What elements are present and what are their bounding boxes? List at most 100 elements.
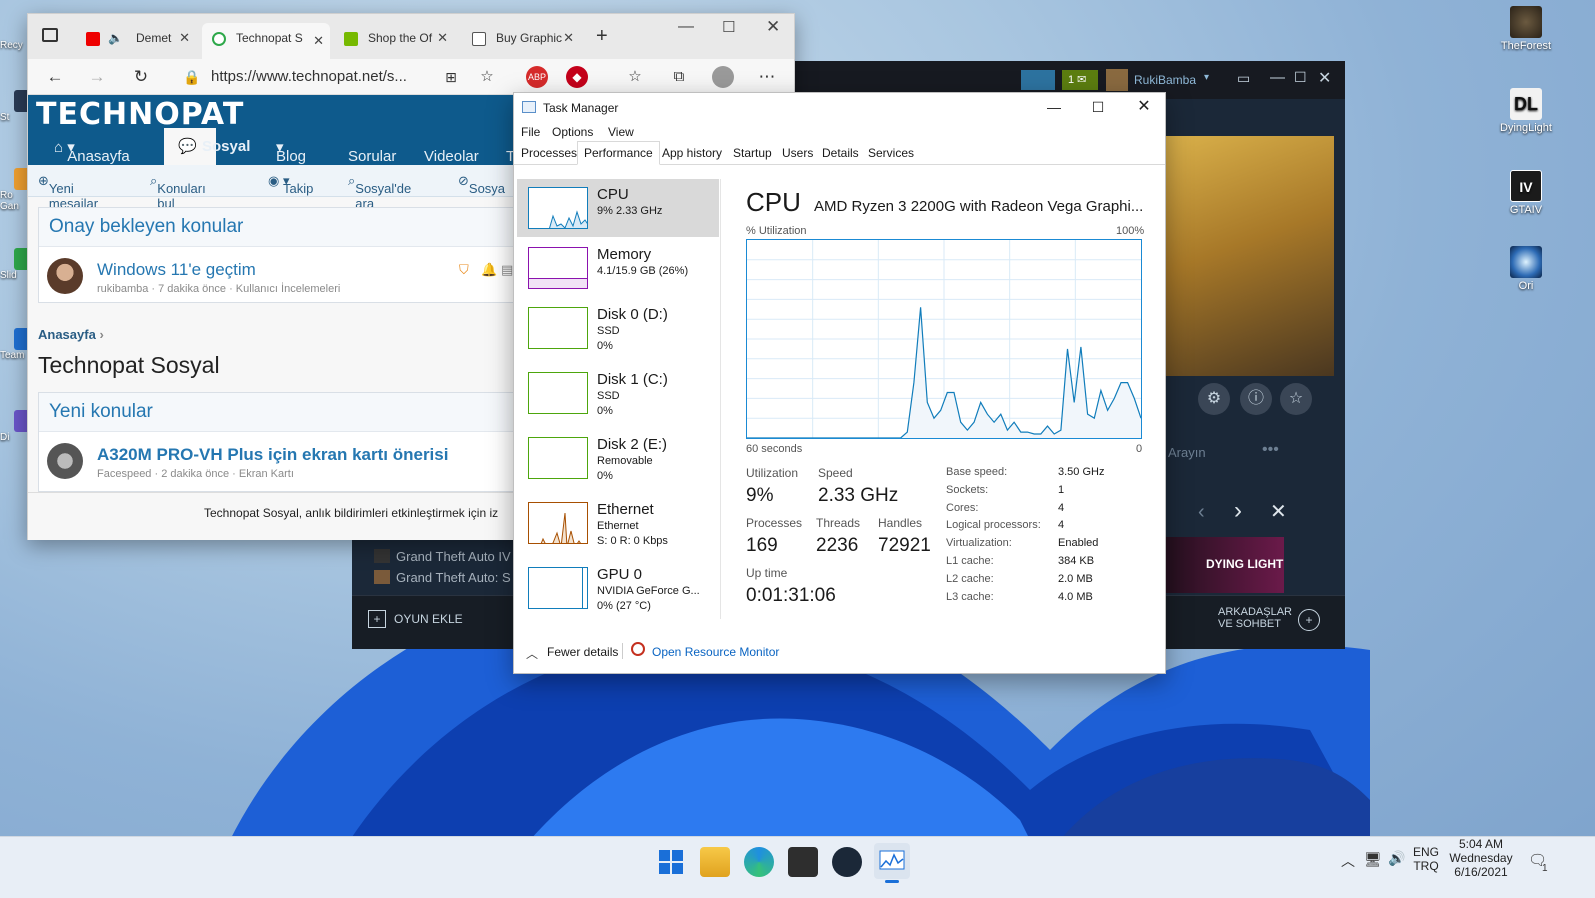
resource-disk1[interactable]: Disk 1 (C:) SSD 0%: [517, 364, 719, 422]
store-icon[interactable]: [788, 847, 818, 877]
list-item[interactable]: Grand Theft Auto IV: [374, 549, 511, 564]
add-favorite-icon[interactable]: ☆: [474, 64, 500, 90]
windows-start-icon[interactable]: [656, 847, 686, 877]
desktop-icon-slid[interactable]: Slid: [0, 248, 36, 281]
desktop-icon-recycle[interactable]: Recy: [0, 40, 30, 51]
subnav-follow[interactable]: ◉ Takip ▾: [268, 173, 313, 196]
desktop-icon-di[interactable]: Di: [0, 410, 36, 443]
thread-title[interactable]: A320M PRO-VH Plus için ekran kartı öneri…: [97, 445, 448, 465]
open-resource-monitor-link[interactable]: Open Resource Monitor: [652, 645, 779, 659]
add-friend-icon[interactable]: +: [1298, 609, 1320, 631]
favorites-icon[interactable]: ☆: [622, 64, 648, 90]
desktop-icon-theforest[interactable]: TheForest: [1494, 6, 1558, 52]
resource-disk2[interactable]: Disk 2 (E:) Removable 0%: [517, 429, 719, 487]
site-logo[interactable]: TECHNOPAT: [36, 97, 244, 132]
bell-icon[interactable]: 🔔: [481, 262, 497, 278]
friends-chat-button[interactable]: ARKADAŞLAR VE SOHBET: [1218, 606, 1298, 630]
close-icon[interactable]: ✕: [563, 25, 574, 51]
chevron-left-icon[interactable]: ‹: [1198, 501, 1205, 524]
maximize-button[interactable]: ☐: [1294, 69, 1307, 86]
speaker-icon[interactable]: 🔈: [108, 25, 123, 51]
star-icon[interactable]: ☆: [1280, 383, 1312, 415]
minimize-button[interactable]: —: [1270, 69, 1285, 86]
tab-app-history[interactable]: App history: [662, 146, 722, 160]
minimize-button[interactable]: —: [1036, 96, 1072, 118]
steam-search-input[interactable]: Arayın: [1168, 445, 1206, 460]
menu-view[interactable]: View: [608, 125, 634, 139]
close-button[interactable]: ✕: [1126, 96, 1162, 118]
close-icon[interactable]: ✕: [313, 26, 324, 56]
more-icon[interactable]: •••: [1262, 441, 1279, 459]
avatar[interactable]: [47, 443, 83, 479]
maximize-button[interactable]: ☐: [1080, 96, 1116, 118]
list-item[interactable]: Grand Theft Auto: S: [374, 570, 511, 585]
forward-button[interactable]: →: [84, 64, 110, 90]
clock[interactable]: 5:04 AM Wednesday 6/16/2021: [1446, 837, 1516, 879]
resource-ethernet[interactable]: Ethernet Ethernet S: 0 R: 0 Kbps: [517, 494, 719, 552]
desktop-icon-dyinglight[interactable]: DL DyingLight: [1494, 88, 1558, 134]
breadcrumb[interactable]: Anasayfa ›: [38, 327, 104, 342]
tab-startup[interactable]: Startup: [733, 146, 772, 160]
tab-youtube[interactable]: 🔈 Demet ✕: [76, 25, 196, 51]
resource-memory[interactable]: Memory 4.1/15.9 GB (26%): [517, 239, 719, 297]
nav-home[interactable]: ⌂ Anasayfa ▾: [54, 138, 130, 165]
broadcast-icon[interactable]: [1021, 70, 1055, 90]
minimize-button[interactable]: —: [678, 18, 694, 36]
close-button[interactable]: ✕: [1318, 68, 1331, 88]
close-icon[interactable]: ✕: [179, 25, 190, 51]
add-game-button[interactable]: + OYUN EKLE: [368, 610, 463, 628]
chevron-up-icon[interactable]: ︿: [526, 645, 538, 662]
tab-users[interactable]: Users: [782, 146, 813, 160]
desktop-icon-ro[interactable]: Ro Gan: [0, 168, 36, 212]
language-indicator[interactable]: ENG TRQ: [1412, 845, 1440, 873]
featured-game-tile[interactable]: DYING LIGHT: [1166, 537, 1284, 593]
network-icon[interactable]: 🖥: [1364, 851, 1382, 868]
fewer-details-button[interactable]: Fewer details: [547, 645, 618, 659]
close-icon[interactable]: ✕: [1270, 499, 1287, 524]
close-button[interactable]: ✕: [766, 17, 780, 37]
desktop-icon-ori[interactable]: Ori: [1494, 246, 1558, 292]
collections-icon[interactable]: ⧉: [666, 64, 692, 90]
steam-icon[interactable]: [832, 847, 862, 877]
url-field[interactable]: 🔒 https://www.technopat.net/s...: [171, 63, 471, 91]
resource-disk0[interactable]: Disk 0 (D:) SSD 0%: [517, 299, 719, 357]
chevron-up-icon[interactable]: ︿: [1341, 851, 1355, 871]
subnav-search[interactable]: ⌕ Sosyal'de ara: [348, 173, 411, 211]
chevron-down-icon[interactable]: ▾: [1204, 72, 1209, 83]
tab-nvidia[interactable]: Shop the Of ✕: [334, 25, 454, 51]
notification-badge[interactable]: 1 ✉: [1062, 70, 1098, 90]
thread-title[interactable]: Windows 11'e geçtim: [97, 260, 256, 280]
reading-view-icon[interactable]: ⊞: [438, 64, 464, 90]
tab-buy-graphics[interactable]: Buy Graphic ✕: [462, 25, 580, 51]
more-icon[interactable]: ⋯: [754, 64, 780, 90]
tab-details[interactable]: Details: [822, 146, 859, 160]
tab-performance[interactable]: Performance: [577, 141, 660, 165]
nav-blog[interactable]: Blog ▾: [276, 138, 306, 165]
desktop-icon-team[interactable]: Team: [0, 328, 36, 361]
file-explorer-icon[interactable]: [700, 847, 730, 877]
refresh-button[interactable]: ↻: [128, 64, 154, 90]
volume-icon[interactable]: 🔊: [1388, 850, 1405, 867]
tab-actions-icon[interactable]: [42, 28, 58, 42]
profile-icon[interactable]: [712, 66, 734, 88]
close-icon[interactable]: ✕: [437, 25, 448, 51]
task-manager-icon[interactable]: [874, 843, 910, 883]
maximize-button[interactable]: ☐: [722, 18, 735, 36]
info-icon[interactable]: ⓘ: [1240, 383, 1272, 415]
resource-cpu[interactable]: CPU 9% 2.33 GHz: [517, 179, 719, 237]
edge-icon[interactable]: [744, 847, 774, 877]
new-tab-button[interactable]: +: [596, 25, 608, 48]
ublock-icon[interactable]: ◆: [566, 66, 588, 88]
subnav-new-messages[interactable]: ⊕ Yeni mesajlar: [38, 173, 98, 211]
subnav-find-threads[interactable]: ⌕ Konuları bul: [150, 173, 206, 211]
tab-technopat[interactable]: Technopat S ✕: [202, 23, 330, 59]
desktop-icon-gtaiv[interactable]: IV GTAIV: [1494, 170, 1558, 216]
nav-sosyal[interactable]: 💬 Sosyal: [164, 128, 250, 165]
desktop-icon-st[interactable]: St: [0, 90, 36, 123]
menu-file[interactable]: File: [521, 125, 540, 139]
menu-options[interactable]: Options: [552, 125, 593, 139]
gear-icon[interactable]: ⚙: [1198, 383, 1230, 415]
chevron-right-icon[interactable]: ›: [1234, 497, 1242, 525]
tab-services[interactable]: Services: [868, 146, 914, 160]
resource-gpu[interactable]: GPU 0 NVIDIA GeForce G... 0% (27 °C): [517, 559, 719, 617]
